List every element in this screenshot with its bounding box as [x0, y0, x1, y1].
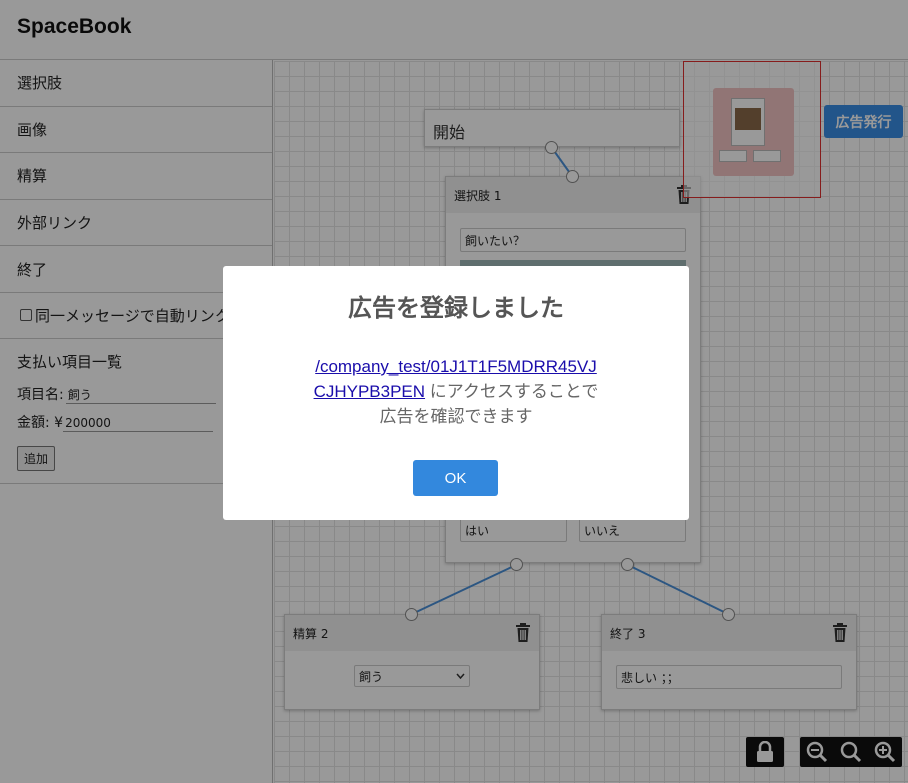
dialog-message: /company_test/01J1T1F5MDRR45VJ CJHYPB3PE… [283, 354, 629, 429]
dialog-message-line-1: にアクセスすることで [425, 382, 599, 401]
ok-button[interactable]: OK [413, 460, 498, 496]
ad-url-link[interactable]: /company_test/01J1T1F5MDRR45VJ [315, 357, 597, 376]
dialog-message-line-2: 広告を確認できます [379, 407, 533, 426]
ad-url-link-continued[interactable]: CJHYPB3PEN [314, 382, 425, 401]
ad-registered-dialog: 広告を登録しました /company_test/01J1T1F5MDRR45VJ… [223, 266, 689, 520]
dialog-title: 広告を登録しました [348, 294, 564, 322]
